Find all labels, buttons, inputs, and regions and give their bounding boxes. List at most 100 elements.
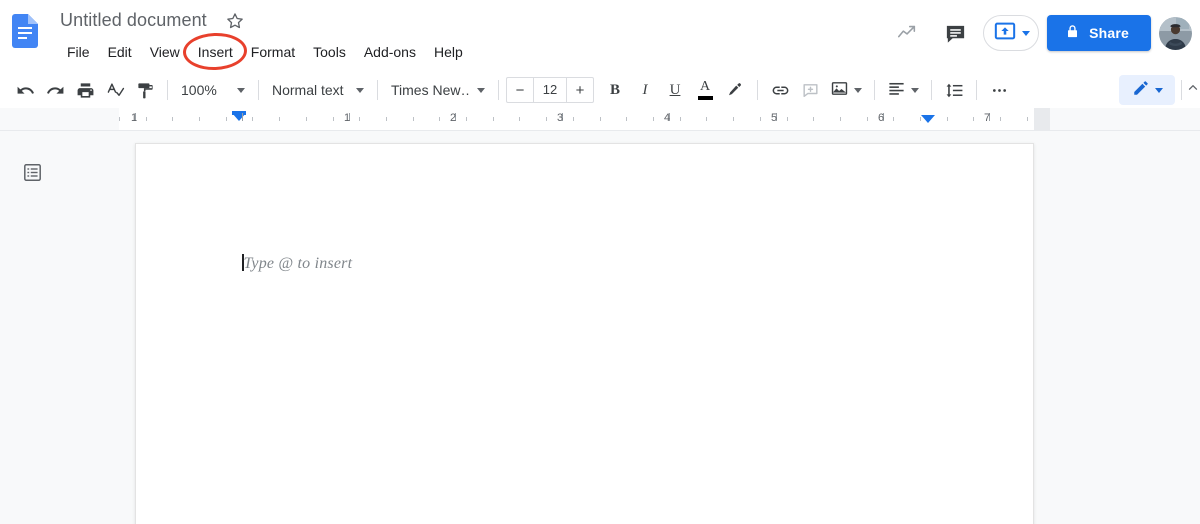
ruler-tick	[920, 117, 921, 121]
ruler-number: 6	[877, 112, 885, 124]
zoom-dropdown[interactable]: 100%	[175, 75, 251, 105]
font-size-increase-button[interactable]: +	[567, 78, 593, 102]
ruler-tick	[119, 117, 120, 121]
font-size-stepper[interactable]: − 12 +	[506, 77, 594, 103]
chevron-down-icon	[477, 87, 485, 93]
more-options-icon[interactable]	[984, 75, 1014, 105]
comment-icon[interactable]	[935, 13, 975, 53]
undo-icon[interactable]	[10, 75, 40, 105]
ruler-tick	[146, 117, 147, 121]
ruler-number: 4	[663, 112, 671, 124]
ruler-tick	[706, 117, 707, 121]
bold-button[interactable]: B	[600, 75, 630, 105]
ruler-tick	[546, 117, 547, 121]
redo-icon[interactable]	[40, 75, 70, 105]
toolbar-divider	[258, 80, 259, 100]
ruler-tick	[172, 117, 173, 121]
present-button[interactable]	[983, 15, 1040, 51]
menu-item-tools[interactable]: Tools	[304, 40, 355, 64]
print-icon[interactable]	[70, 75, 100, 105]
ruler-number: 1	[130, 112, 138, 124]
ruler-right-margin[interactable]	[1034, 108, 1050, 130]
ruler-tick	[787, 117, 788, 121]
font-size-value[interactable]: 12	[533, 78, 567, 102]
ruler-tick	[1000, 117, 1001, 121]
ruler-tick	[760, 117, 761, 121]
ruler-tick	[279, 117, 280, 121]
header-actions: Share	[887, 9, 1192, 57]
ruler-tick-major	[242, 113, 243, 121]
menu-item-addons[interactable]: Add-ons	[355, 40, 425, 64]
insert-placeholder-text: Type @ to insert	[243, 255, 353, 272]
ruler-tick	[840, 117, 841, 121]
ruler-tick	[466, 117, 467, 121]
spellcheck-icon[interactable]	[100, 75, 130, 105]
indent-marker-right[interactable]	[921, 115, 935, 123]
highlight-pen-icon[interactable]	[720, 75, 750, 105]
ruler-tick	[893, 117, 894, 121]
ruler-tick	[653, 117, 654, 121]
ruler-tick	[947, 117, 948, 121]
underline-button[interactable]: U	[660, 75, 690, 105]
ruler-tick	[333, 117, 334, 121]
toolbar-divider	[498, 80, 499, 100]
align-dropdown[interactable]	[882, 75, 924, 105]
font-size-decrease-button[interactable]: −	[507, 78, 533, 102]
user-avatar[interactable]	[1159, 16, 1192, 50]
share-button[interactable]: Share	[1047, 15, 1151, 51]
star-outline-icon[interactable]	[225, 11, 245, 31]
ruler-tick	[226, 117, 227, 121]
toolbar-divider	[377, 80, 378, 100]
chevron-up-icon[interactable]	[1186, 81, 1200, 100]
ruler-tick	[386, 117, 387, 121]
menu-item-format[interactable]: Format	[242, 40, 304, 64]
trending-up-icon[interactable]	[887, 13, 927, 53]
add-comment-icon[interactable]	[795, 75, 825, 105]
ruler-tick	[600, 117, 601, 121]
menu-item-insert[interactable]: Insert	[189, 40, 242, 64]
line-spacing-icon[interactable]	[939, 75, 969, 105]
ruler-tick	[199, 117, 200, 121]
document-ruler[interactable]: 1 1 2 3 4 5 6 7	[0, 108, 1200, 131]
ruler-tick	[680, 117, 681, 121]
pencil-edit-icon	[1132, 79, 1150, 102]
editing-mode-button[interactable]	[1119, 75, 1175, 105]
toolbar-divider	[757, 80, 758, 100]
toolbar-divider	[874, 80, 875, 100]
paragraph-style-dropdown[interactable]: Normal text	[266, 75, 370, 105]
menu-item-file[interactable]: File	[58, 40, 99, 64]
toolbar-divider	[976, 80, 977, 100]
docs-logo-icon[interactable]	[12, 14, 38, 48]
font-family-dropdown[interactable]: Times New…	[385, 75, 491, 105]
ruler-tick	[867, 117, 868, 121]
document-title[interactable]: Untitled document	[56, 8, 211, 33]
align-left-icon	[887, 79, 906, 101]
ruler-tick	[519, 117, 520, 121]
google-docs-window: Untitled document File Edit View Insert …	[0, 0, 1200, 524]
ruler-tick	[813, 117, 814, 121]
menu-item-edit[interactable]: Edit	[99, 40, 141, 64]
paragraph-style-value: Normal text	[272, 82, 344, 98]
ruler-number: 1	[343, 112, 351, 124]
paint-format-icon[interactable]	[130, 75, 160, 105]
menu-item-help[interactable]: Help	[425, 40, 472, 64]
present-upload-icon	[994, 20, 1016, 47]
text-color-button[interactable]: A	[690, 75, 720, 105]
insert-image-dropdown[interactable]	[825, 75, 867, 105]
ruler-tick	[493, 117, 494, 121]
formatting-toolbar: 100% Normal text Times New… − 12 + B I U…	[0, 72, 1200, 108]
ruler-tick	[413, 117, 414, 121]
toolbar-divider	[167, 80, 168, 100]
chevron-down-icon	[854, 87, 862, 93]
ruler-track[interactable]	[119, 108, 1050, 130]
document-text-area[interactable]: Type @ to insert	[242, 254, 937, 273]
italic-button[interactable]: I	[630, 75, 660, 105]
link-icon[interactable]	[765, 75, 795, 105]
document-outline-icon[interactable]	[18, 158, 46, 186]
document-page[interactable]: Type @ to insert	[135, 143, 1034, 524]
ruler-tick	[306, 117, 307, 121]
title-row: Untitled document	[56, 8, 245, 33]
indent-marker-left-bar[interactable]	[232, 111, 246, 115]
menu-item-view[interactable]: View	[141, 40, 189, 64]
menu-bar: File Edit View Insert Format Tools Add-o…	[58, 40, 472, 64]
